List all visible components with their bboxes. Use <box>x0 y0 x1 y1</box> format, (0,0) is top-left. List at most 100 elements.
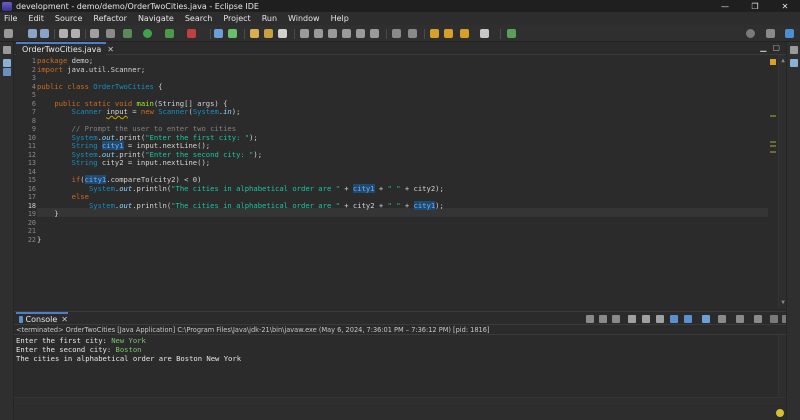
console-line: The cities in alphabetical order are Bos… <box>16 354 242 363</box>
terminal-icon[interactable] <box>90 29 99 38</box>
open-type-icon[interactable] <box>250 29 259 38</box>
code-line: Scanner input = new Scanner(System.in); <box>71 107 241 116</box>
show-source-icon[interactable] <box>370 29 379 38</box>
back-icon[interactable] <box>460 29 469 38</box>
menu-navigate[interactable]: Navigate <box>138 14 174 23</box>
occurrence-marker[interactable] <box>770 141 776 143</box>
editor-vertical-scrollbar[interactable]: ▲ ▼ <box>778 55 786 308</box>
forward-icon[interactable] <box>480 29 489 38</box>
menu-run[interactable]: Run <box>262 14 277 23</box>
restore-icon[interactable] <box>3 46 11 54</box>
line-number: 10 <box>27 133 36 142</box>
perspective-icon[interactable] <box>766 29 775 38</box>
search-icon[interactable] <box>278 29 287 38</box>
line-number: 12 <box>27 150 36 159</box>
copy-icon[interactable] <box>628 315 636 323</box>
overview-ruler[interactable] <box>768 55 778 308</box>
maximize-view-icon[interactable]: ▢ <box>772 43 780 52</box>
open-console-icon[interactable] <box>736 315 744 323</box>
new-class-icon[interactable] <box>228 29 237 38</box>
word-wrap-toggle-icon[interactable] <box>670 315 678 323</box>
new-java-project-icon[interactable] <box>214 29 223 38</box>
menu-project[interactable]: Project <box>223 14 250 23</box>
menu-search[interactable]: Search <box>185 14 212 23</box>
toggle-block-icon[interactable] <box>314 29 323 38</box>
pin-console-icon[interactable] <box>702 315 710 323</box>
pin-editor-icon[interactable] <box>507 29 516 38</box>
save-all-icon[interactable] <box>40 29 49 38</box>
minimize-view-icon[interactable]: ▁ <box>760 43 766 52</box>
debug-icon[interactable] <box>123 29 132 38</box>
line-number: 18 <box>27 201 36 210</box>
occurrence-marker[interactable] <box>770 151 776 153</box>
terminate-icon[interactable] <box>586 315 594 323</box>
paragraph-icon[interactable] <box>356 29 365 38</box>
clear-console-icon[interactable] <box>642 315 650 323</box>
view-menu-icon[interactable] <box>754 315 762 323</box>
line-number: 21 <box>27 227 36 235</box>
console-process-description: <terminated> OrderTwoCities [Java Applic… <box>14 325 786 335</box>
display-console-icon[interactable] <box>718 315 726 323</box>
tip-lightbulb-icon[interactable] <box>776 409 784 417</box>
status-bar <box>14 406 786 420</box>
console-vertical-scrollbar[interactable] <box>778 335 786 397</box>
console-horizontal-scrollbar[interactable] <box>14 397 786 405</box>
code-line: } <box>37 234 42 244</box>
eclipse-app-icon <box>2 1 12 11</box>
menu-file[interactable]: File <box>4 14 17 23</box>
line-number: 8 <box>31 116 36 125</box>
quick-access-search-icon[interactable] <box>746 29 755 38</box>
remove-all-icon[interactable] <box>612 315 620 323</box>
console-line: Enter the first city: New York <box>16 336 146 345</box>
occurrence-marker[interactable] <box>770 145 776 147</box>
console-tab[interactable]: Console ✕ <box>16 312 68 325</box>
close-icon[interactable]: ✕ <box>107 45 114 54</box>
open-task-icon[interactable] <box>264 29 273 38</box>
word-wrap-icon[interactable] <box>328 29 337 38</box>
close-icon[interactable]: ✕ <box>61 315 68 324</box>
close-window-button[interactable]: ✕ <box>770 0 800 12</box>
left-trim-bar <box>0 42 14 420</box>
java-perspective-icon[interactable] <box>785 29 794 38</box>
external-tools-icon[interactable] <box>187 29 196 38</box>
scroll-lock-icon[interactable] <box>656 315 664 323</box>
next-annotation-icon[interactable] <box>392 29 401 38</box>
menu-help[interactable]: Help <box>331 14 349 23</box>
show-on-output-icon[interactable] <box>684 315 692 323</box>
new-icon[interactable] <box>4 29 13 38</box>
editor-tab-label: OrderTwoCities.java <box>22 45 102 54</box>
title-bar: development - demo/demo/OrderTwoCities.j… <box>0 0 800 12</box>
toggle-mark-icon[interactable] <box>300 29 309 38</box>
occurrence-marker[interactable] <box>770 115 776 117</box>
menu-source[interactable]: Source <box>55 14 82 23</box>
menu-edit[interactable]: Edit <box>28 14 44 23</box>
outline-icon[interactable] <box>3 68 11 76</box>
window-controls: — ❐ ✕ <box>710 0 800 12</box>
undo-icon[interactable] <box>59 29 68 38</box>
code-line: public class OrderTwoCities { <box>37 81 163 91</box>
whitespace-icon[interactable] <box>342 29 351 38</box>
forward-edit-icon[interactable] <box>444 29 453 38</box>
back-edit-icon[interactable] <box>430 29 439 38</box>
skip-breakpoints-icon[interactable] <box>106 29 115 38</box>
warning-marker[interactable] <box>770 59 776 65</box>
minimize-console-icon[interactable] <box>770 315 778 323</box>
menu-window[interactable]: Window <box>288 14 320 23</box>
redo-icon[interactable] <box>71 29 80 38</box>
main-toolbar <box>0 25 800 42</box>
editor-tab-ordertwocities[interactable]: OrderTwoCities.java ✕ <box>16 42 114 55</box>
run-icon[interactable] <box>143 29 152 38</box>
line-number: 9 <box>31 125 36 133</box>
minimize-button[interactable]: — <box>710 0 740 12</box>
outline-view-icon[interactable] <box>790 59 798 67</box>
restore-right-icon[interactable] <box>790 46 798 54</box>
code-editor[interactable]: 1 2 3 4 5 6 7 8 9 10 11 12 13 14 15 16 17 18 19 20 21 22 pack… <box>14 55 786 308</box>
remove-launch-icon[interactable] <box>599 315 607 323</box>
maximize-button[interactable]: ❐ <box>740 0 770 12</box>
console-output[interactable]: Enter the first city: New York Enter the… <box>14 335 786 397</box>
menu-refactor[interactable]: Refactor <box>93 14 127 23</box>
prev-annotation-icon[interactable] <box>408 29 417 38</box>
package-explorer-icon[interactable] <box>3 59 11 67</box>
coverage-icon[interactable] <box>165 29 174 38</box>
save-icon[interactable] <box>28 29 37 38</box>
